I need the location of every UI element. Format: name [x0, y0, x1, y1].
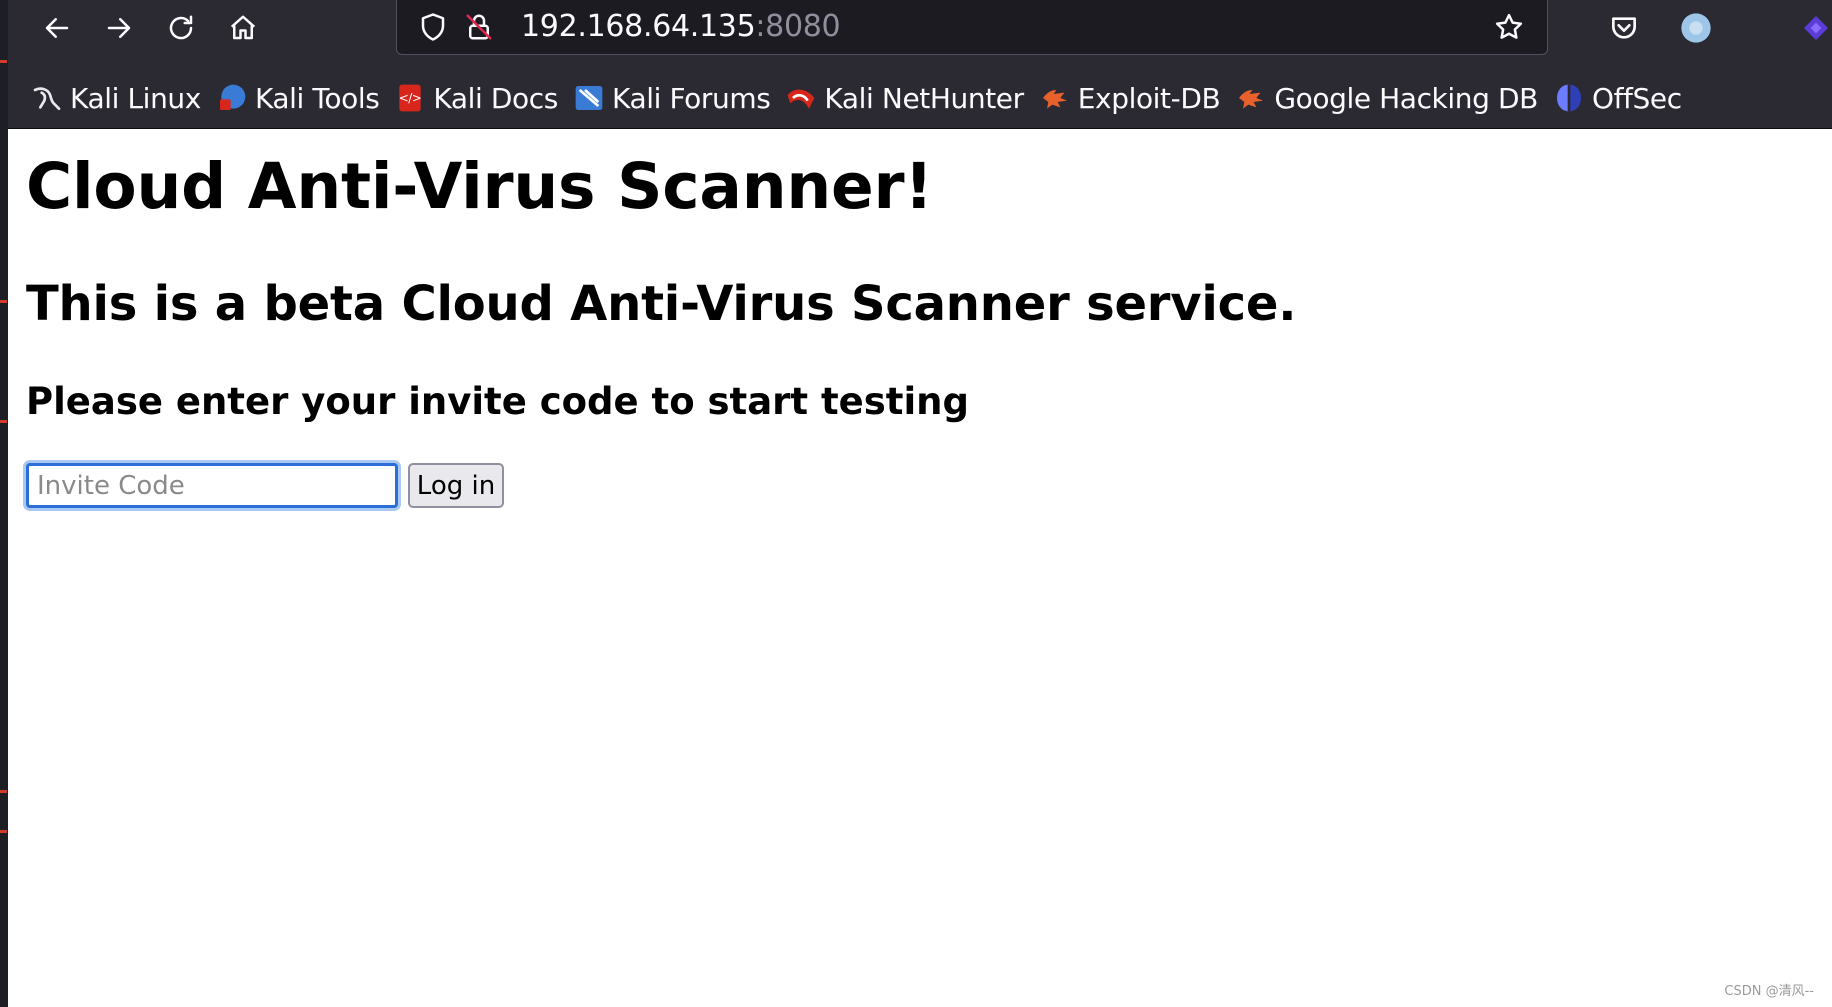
reload-button[interactable]: [154, 8, 208, 48]
url-text[interactable]: 192.168.64.135:8080: [521, 8, 841, 46]
bookmark-google-hacking-db[interactable]: Google Hacking DB: [1234, 81, 1538, 115]
forward-button[interactable]: [92, 8, 146, 48]
url-port: :8080: [755, 9, 841, 44]
kali-dragon-icon: [30, 81, 64, 115]
login-button[interactable]: Log in: [408, 463, 504, 508]
invite-prompt: Please enter your invite code to start t…: [26, 380, 969, 423]
extension-button[interactable]: [1794, 8, 1832, 48]
svg-text:</>: </>: [399, 91, 422, 105]
insecure-lock-icon: [466, 14, 492, 40]
bookmark-label: Exploit-DB: [1077, 81, 1221, 115]
tracking-protection-button[interactable]: [415, 9, 451, 45]
bookmark-label: Kali Tools: [254, 81, 380, 115]
kali-docs-icon: </>: [393, 81, 427, 115]
bookmark-star-icon: [1495, 13, 1523, 39]
pocket-icon: [1612, 17, 1636, 39]
bookmarks-toolbar: Kali Linux Kali Tools </> Kali Docs Kali…: [30, 72, 1696, 124]
account-icon: [1681, 13, 1711, 43]
ghdb-icon: [1234, 81, 1268, 115]
exploit-db-icon: [1038, 81, 1072, 115]
page-subtitle: This is a beta Cloud Anti-Virus Scanner …: [26, 276, 1297, 332]
invite-code-input[interactable]: [26, 463, 398, 508]
bookmark-label: Kali Forums: [611, 81, 771, 115]
bookmark-page-button[interactable]: [1491, 9, 1527, 45]
back-arrow-icon: [45, 18, 69, 38]
bookmark-exploit-db[interactable]: Exploit-DB: [1038, 81, 1221, 115]
page-title: Cloud Anti-Virus Scanner!: [26, 150, 933, 223]
kali-tools-icon: [215, 81, 249, 115]
bookmark-label: Kali Docs: [433, 81, 558, 115]
bookmark-kali-nethunter[interactable]: Kali NetHunter: [784, 81, 1024, 115]
url-bar[interactable]: 192.168.64.135:8080: [396, 0, 1548, 55]
bookmark-label: OffSec: [1591, 81, 1682, 115]
account-button[interactable]: [1674, 8, 1718, 48]
home-icon: [230, 15, 256, 40]
bookmark-offsec[interactable]: OffSec: [1552, 81, 1682, 115]
nethunter-icon: [784, 81, 818, 115]
bookmark-kali-forums[interactable]: Kali Forums: [572, 81, 771, 115]
desktop-edge-strip: [0, 0, 8, 1007]
home-button[interactable]: [216, 8, 270, 48]
bookmark-label: Google Hacking DB: [1274, 81, 1538, 115]
reload-icon: [169, 15, 193, 40]
offsec-icon: [1552, 81, 1586, 115]
bookmark-label: Kali NetHunter: [824, 81, 1024, 115]
site-security-button[interactable]: [461, 9, 497, 45]
bookmark-kali-tools[interactable]: Kali Tools: [215, 81, 380, 115]
bookmark-kali-linux[interactable]: Kali Linux: [30, 81, 201, 115]
tracking-shield-icon: [421, 13, 445, 41]
back-button[interactable]: [30, 8, 84, 48]
csdn-watermark: CSDN @清风--: [1724, 984, 1814, 999]
browser-toolbar: 192.168.64.135:8080 Kali Linux Kali Tool…: [8, 0, 1832, 129]
bookmark-kali-docs[interactable]: </> Kali Docs: [393, 81, 558, 115]
pocket-button[interactable]: [1602, 8, 1646, 48]
url-host: 192.168.64.135: [521, 9, 756, 44]
bookmark-label: Kali Linux: [70, 81, 201, 115]
extension-icon: [1804, 16, 1828, 40]
kali-forums-icon: [572, 81, 606, 115]
forward-arrow-icon: [107, 18, 131, 38]
